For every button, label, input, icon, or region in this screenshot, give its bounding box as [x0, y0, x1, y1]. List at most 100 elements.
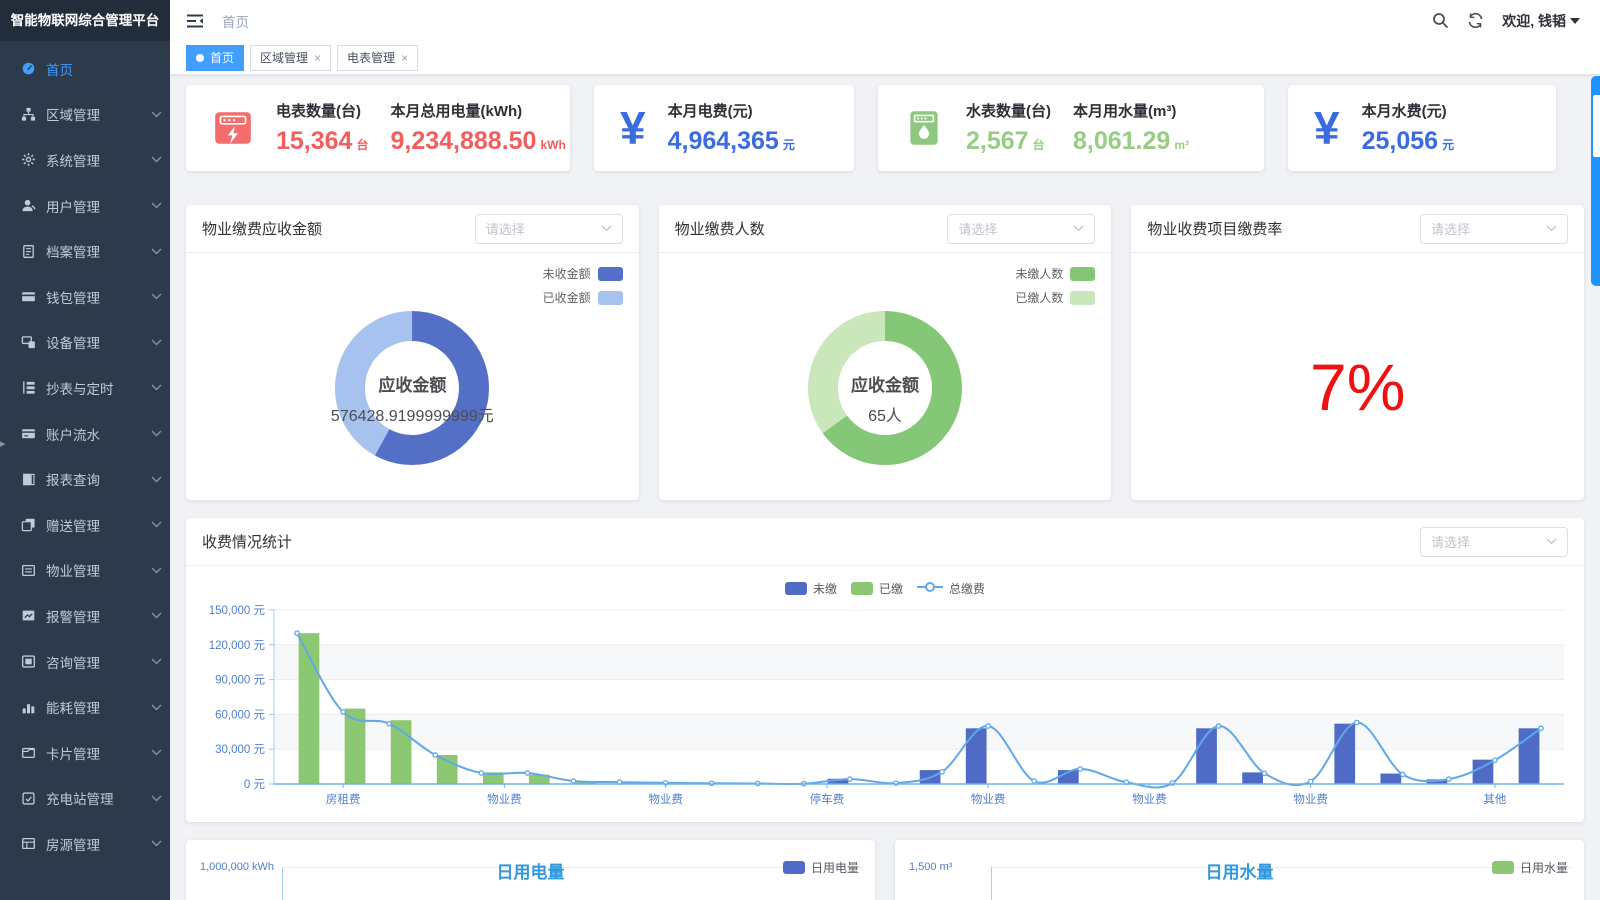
sidebar-item-gift[interactable]: 赠送管理 — [0, 502, 170, 548]
legend-item[interactable]: 未收金额 — [543, 265, 623, 282]
sidebar-item-user[interactable]: 用户管理 — [0, 183, 170, 229]
wallet-icon — [21, 289, 36, 304]
legend-item[interactable]: 未缴 — [785, 580, 837, 597]
close-icon[interactable]: × — [401, 52, 408, 64]
select-placeholder: 请选择 — [1431, 219, 1470, 238]
legend-item[interactable]: 已收金额 — [543, 289, 623, 306]
sidebar: 智能物联网综合管理平台 首页区域管理系统管理用户管理档案管理钱包管理设备管理抄表… — [0, 0, 170, 900]
sidebar-item-label: 能耗管理 — [46, 697, 151, 717]
sidebar-collapse-handle[interactable]: ▸ — [0, 437, 6, 450]
chevron-down-icon — [151, 202, 162, 209]
yuan-icon: ¥ — [620, 105, 646, 151]
sidebar-item-device[interactable]: 设备管理 — [0, 320, 170, 366]
stat-metric-label: 本月总用电量(kWh) — [390, 100, 565, 121]
stat-card-water-fee: ¥本月水费(元)25,056元 — [1288, 85, 1556, 171]
stat-card-electricity-fee: ¥本月电费(元)4,964,365元 — [594, 85, 854, 171]
sidebar-item-label: 赠送管理 — [46, 515, 151, 535]
filter-select[interactable]: 请选择 — [475, 214, 623, 244]
legend-item[interactable]: 日用电量 — [783, 859, 859, 876]
hamburger-icon[interactable] — [186, 13, 204, 29]
dashboard-icon — [21, 61, 36, 76]
stat-metric-unit: kWh — [540, 138, 565, 152]
legend-item[interactable]: 未缴人数 — [1015, 265, 1095, 282]
filter-select[interactable]: 请选择 — [947, 214, 1095, 244]
svg-text:60,000 元: 60,000 元 — [215, 709, 265, 721]
chart-legend: 未缴 已缴总缴费 — [186, 566, 1584, 600]
chevron-down-icon — [1073, 225, 1084, 232]
stat-metric-unit: m³ — [1174, 138, 1189, 152]
svg-text:120,000 元: 120,000 元 — [209, 640, 266, 652]
legend-item[interactable]: 日用水量 — [1492, 859, 1568, 876]
tab-home[interactable]: 首页 — [186, 45, 244, 71]
sidebar-item-home[interactable]: 首页 — [0, 46, 170, 92]
chart-legend: 日用电量 — [783, 859, 859, 876]
area-tree-icon — [21, 107, 36, 122]
legend-label: 未缴人数 — [1015, 265, 1063, 282]
sidebar-item-label: 系统管理 — [46, 150, 151, 170]
legend-item[interactable]: 已缴 — [851, 580, 903, 597]
svg-text:物业费: 物业费 — [971, 792, 1006, 806]
filter-select[interactable]: 请选择 — [1420, 527, 1568, 557]
navbar-right: 欢迎, 钱韬 — [1432, 11, 1580, 31]
right-edge-drawer[interactable] — [1591, 76, 1600, 286]
chart-title: 日用电量 — [186, 858, 875, 883]
screen: 智能物联网综合管理平台 首页区域管理系统管理用户管理档案管理钱包管理设备管理抄表… — [0, 0, 1600, 900]
tab-area[interactable]: 区域管理× — [250, 45, 331, 71]
meter-reading-icon — [21, 380, 36, 395]
legend-item[interactable]: 已缴人数 — [1015, 289, 1095, 306]
panel-fee-statistics: 收费情况统计请选择未缴已缴总缴费0 元30,000 元60,000 元90,00… — [186, 518, 1584, 822]
svg-text:90,000 元: 90,000 元 — [215, 675, 265, 687]
sidebar-item-energy[interactable]: 能耗管理 — [0, 684, 170, 730]
chevron-down-icon — [151, 521, 162, 528]
svg-text:150,000 元: 150,000 元 — [209, 605, 266, 617]
sidebar-item-consult[interactable]: 咨询管理 — [0, 639, 170, 685]
sidebar-item-property[interactable]: 物业管理 — [0, 548, 170, 594]
tab-electric-meter[interactable]: 电表管理× — [337, 45, 418, 71]
app-title: 智能物联网综合管理平台 — [0, 0, 170, 41]
sidebar-item-housing[interactable]: 房源管理 — [0, 821, 170, 867]
sidebar-item-archive[interactable]: 档案管理 — [0, 228, 170, 274]
property-icon — [21, 563, 36, 578]
chevron-down-icon — [151, 658, 162, 665]
legend-item[interactable]: 总缴费 — [917, 580, 985, 597]
chevron-down-icon — [151, 612, 162, 619]
chevron-down-icon — [151, 248, 162, 255]
panel-daily-electricity: 1,000,000 kWh日用电量日用电量 — [186, 840, 875, 900]
chart-title: 日用水量 — [895, 858, 1584, 883]
donut-center-label: 应收金额65人 — [659, 371, 1112, 426]
donut-center-label: 应收金额576428.9199999999元 — [186, 371, 639, 426]
filter-select[interactable]: 请选择 — [1420, 214, 1568, 244]
chevron-down-icon — [1546, 538, 1557, 545]
svg-text:停车费: 停车费 — [810, 792, 845, 806]
yuan-icon: ¥ — [1314, 105, 1340, 151]
row-statistic-charts: 收费情况统计请选择未缴已缴总缴费0 元30,000 元60,000 元90,00… — [186, 518, 1584, 822]
stat-metric-value: 15,364 — [276, 127, 352, 155]
legend-swatch — [1070, 291, 1095, 305]
search-icon[interactable] — [1432, 12, 1449, 29]
sidebar-item-alarm[interactable]: 报警管理 — [0, 593, 170, 639]
top-navbar: 首页 欢迎, 钱韬 — [170, 0, 1600, 41]
sidebar-item-card[interactable]: 卡片管理 — [0, 730, 170, 776]
user-menu[interactable]: 欢迎, 钱韬 — [1502, 11, 1580, 31]
sidebar-item-report[interactable]: 报表查询 — [0, 456, 170, 502]
chevron-down-icon — [151, 430, 162, 437]
sidebar-item-label: 首页 — [46, 59, 162, 79]
sidebar-item-wallet[interactable]: 钱包管理 — [0, 274, 170, 320]
sidebar-item-account-flow[interactable]: 账户流水 — [0, 411, 170, 457]
stat-metric-value-row: 15,364台 — [276, 127, 368, 156]
legend-label: 已缴 — [879, 580, 903, 597]
sidebar-item-charging[interactable]: 充电站管理 — [0, 776, 170, 822]
svg-text:物业费: 物业费 — [1293, 792, 1328, 806]
refresh-icon[interactable] — [1467, 12, 1484, 29]
stat-metric-value: 9,234,888.50 — [390, 127, 536, 155]
stat-metric: 水表数量(台)2,567台 — [966, 100, 1051, 156]
stat-metric: 本月用水量(m³)8,061.29m³ — [1073, 100, 1189, 156]
sidebar-item-system[interactable]: 系统管理 — [0, 137, 170, 183]
sidebar-item-meter-reading[interactable]: 抄表与定时 — [0, 365, 170, 411]
stat-metric-value-row: 8,061.29m³ — [1073, 127, 1189, 156]
chevron-down-icon — [151, 293, 162, 300]
legend-label: 日用水量 — [1520, 859, 1568, 876]
sidebar-item-label: 钱包管理 — [46, 287, 151, 307]
close-icon[interactable]: × — [314, 52, 321, 64]
sidebar-item-area[interactable]: 区域管理 — [0, 92, 170, 138]
